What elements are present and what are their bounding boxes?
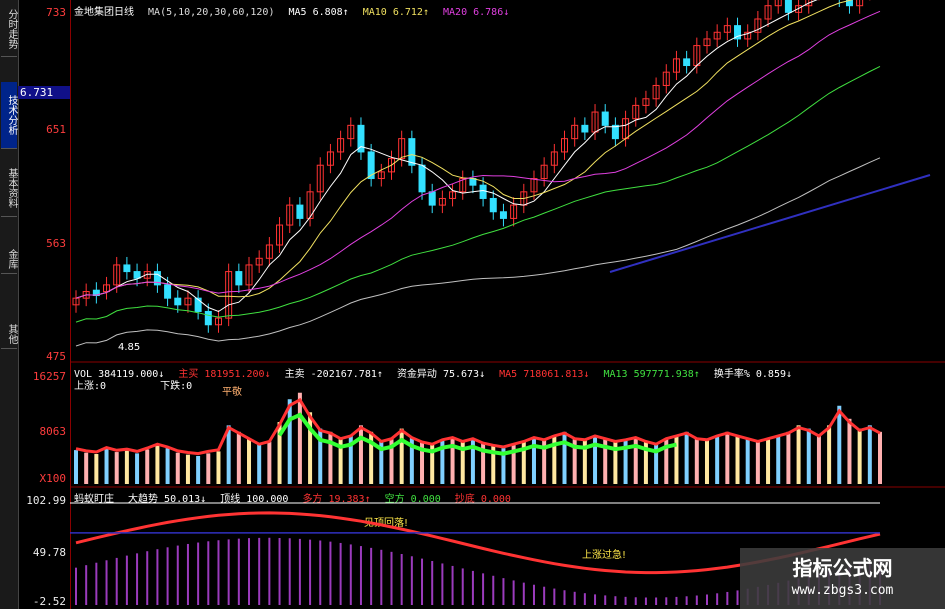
candle-body	[164, 284, 172, 299]
volume-bar	[766, 438, 771, 484]
site-watermark: 指标公式网 www.zbgs3.com	[740, 548, 945, 609]
volume-bar	[94, 454, 99, 484]
volume-bar	[135, 453, 140, 484]
volume-bar	[257, 444, 262, 484]
volume-bar	[145, 449, 150, 484]
candle-body	[235, 271, 243, 286]
volume-bar	[684, 431, 689, 484]
stock-chart-window: 分时走势 技术分析 基本资料 金库 其他 733 6.731 651 563 4…	[0, 0, 945, 609]
volume-bar	[216, 451, 221, 484]
candle-body	[204, 310, 212, 326]
volume-bar	[857, 428, 862, 484]
volume-bar	[399, 428, 404, 484]
volume-bar	[308, 412, 313, 484]
volume-bar	[328, 431, 333, 484]
candle-body	[611, 124, 619, 140]
candle-body	[581, 124, 589, 133]
volume-bar	[175, 452, 180, 484]
volume-bar	[704, 439, 709, 484]
volume-bar	[287, 399, 292, 484]
volume-bar	[745, 438, 750, 484]
volume-bar	[297, 392, 302, 484]
candle-body	[408, 138, 416, 166]
volume-bar	[358, 425, 363, 484]
candle-body	[123, 264, 131, 273]
volume-bar	[206, 453, 211, 484]
volume-bar	[827, 425, 832, 484]
volume-bar	[725, 431, 730, 484]
volume-bar	[878, 431, 882, 484]
volume-bar	[155, 444, 160, 484]
volume-bar	[267, 441, 272, 484]
retail-flow-band	[277, 412, 677, 456]
volume-bar	[74, 450, 78, 484]
candle-body	[133, 271, 141, 279]
volume-bar	[776, 435, 781, 484]
candle-body	[296, 204, 304, 219]
candle-body	[479, 184, 487, 199]
candle-body	[499, 211, 507, 219]
ma10-line	[75, 0, 853, 299]
volume-bar	[837, 405, 842, 484]
volume-bar	[674, 435, 679, 484]
candle-body	[489, 197, 497, 213]
ma120-line	[609, 174, 931, 273]
volume-bar	[694, 438, 699, 484]
candle-body	[418, 164, 426, 193]
volume-bar	[84, 452, 89, 484]
volume-bar	[196, 455, 201, 484]
volume-bar	[806, 428, 811, 484]
volume-bar	[236, 431, 241, 484]
candle-body	[784, 0, 792, 13]
candle-body	[194, 297, 202, 312]
volume-bar	[735, 435, 740, 484]
volume-bar	[755, 441, 760, 484]
candle-body	[428, 191, 436, 206]
watermark-url: www.zbgs3.com	[791, 583, 894, 598]
volume-bar	[796, 425, 801, 484]
volume-bar	[124, 450, 129, 484]
candle-body	[601, 111, 609, 126]
volume-bar	[786, 431, 791, 484]
volume-bar	[104, 448, 109, 484]
volume-bar	[165, 448, 170, 484]
volume-bar	[562, 431, 567, 484]
volume-bar	[816, 435, 821, 484]
volume-bar	[247, 438, 252, 484]
watermark-title: 指标公式网	[792, 556, 893, 580]
ma20-line	[75, 10, 881, 299]
candle-body	[683, 58, 691, 67]
volume-bar	[867, 425, 872, 484]
ma5-line	[75, 0, 818, 313]
volume-bar	[715, 435, 720, 484]
volume-bar	[847, 418, 852, 484]
candle-body	[174, 297, 182, 306]
volume-bar	[114, 452, 119, 484]
volume-bar	[185, 454, 190, 484]
ma60-line	[75, 157, 881, 347]
ma30-line	[75, 65, 881, 323]
chart-canvas	[70, 0, 945, 605]
volume-bar	[593, 435, 598, 484]
